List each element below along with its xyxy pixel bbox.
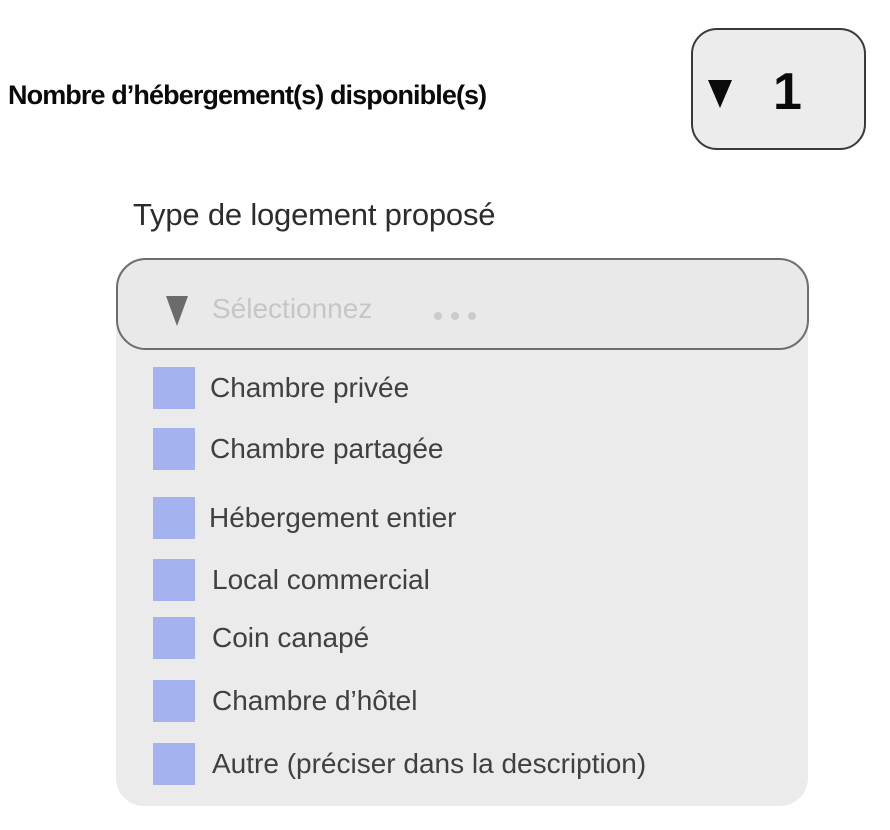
lodging-option-chambre-hotel[interactable]: Chambre d’hôtel [153, 678, 417, 724]
accommodation-count-label: Nombre d’hébergement(s) disponible(s) [8, 80, 487, 110]
lodging-option-chambre-partagee[interactable]: Chambre partagée [153, 426, 443, 472]
option-checkbox[interactable] [153, 559, 195, 601]
option-label: Autre (préciser dans la description) [212, 748, 647, 779]
lodging-type-placeholder: Sélectionnez [212, 293, 373, 324]
option-checkbox[interactable] [153, 367, 195, 409]
triangle-down-icon [166, 296, 188, 326]
lodging-option-chambre-privee[interactable]: Chambre privée [153, 365, 409, 411]
option-checkbox[interactable] [153, 680, 195, 722]
option-label: Chambre privée [210, 372, 410, 403]
option-label: Hébergement entier [209, 502, 457, 533]
option-checkbox[interactable] [153, 617, 195, 659]
accommodation-count-select[interactable]: 1 [691, 28, 866, 150]
option-label: Chambre d’hôtel [212, 685, 418, 716]
option-label: Chambre partagée [210, 433, 444, 464]
lodging-type-select[interactable]: Sélectionnez [116, 258, 809, 350]
accommodation-count-value: 1 [773, 63, 802, 121]
ellipsis-icon [434, 312, 476, 320]
triangle-down-icon [708, 80, 732, 108]
lodging-option-hebergement-entier[interactable]: Hébergement entier [153, 495, 456, 541]
option-label: Coin canapé [212, 622, 370, 653]
option-checkbox[interactable] [153, 497, 195, 539]
lodging-option-autre[interactable]: Autre (préciser dans la description) [153, 741, 646, 787]
lodging-type-label: Type de logement proposé [133, 197, 496, 232]
lodging-option-local-commercial[interactable]: Local commercial [153, 557, 430, 603]
option-checkbox[interactable] [153, 743, 195, 785]
option-label: Local commercial [212, 564, 430, 595]
lodging-option-coin-canape[interactable]: Coin canapé [153, 615, 369, 661]
option-checkbox[interactable] [153, 428, 195, 470]
